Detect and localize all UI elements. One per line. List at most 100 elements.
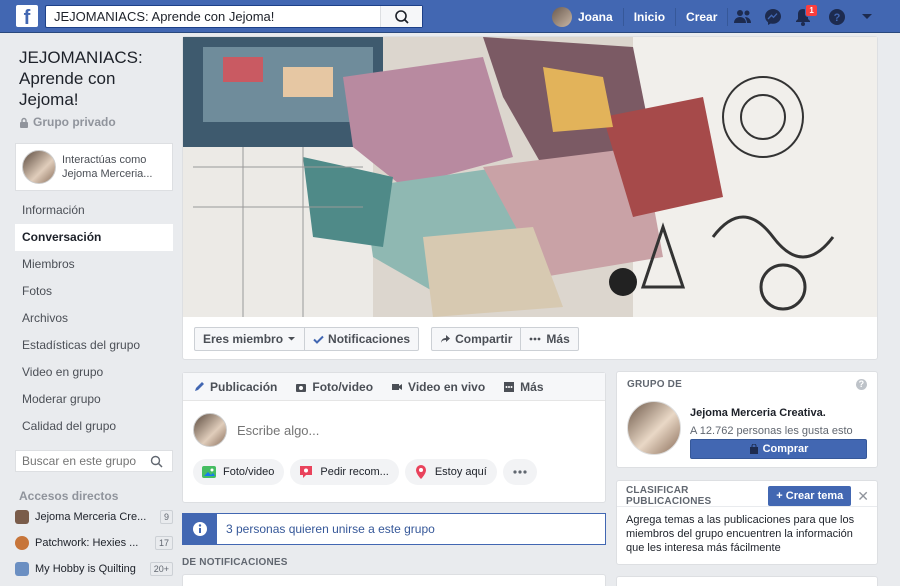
- tab-live-video[interactable]: Video en vivo: [391, 380, 485, 394]
- nav-item-info[interactable]: Información: [15, 197, 173, 224]
- page-name[interactable]: Jejoma Merceria Creativa.: [690, 407, 867, 419]
- join-requests-text: 3 personas quieren unirse a este grupo: [226, 522, 435, 536]
- help-button[interactable]: ?: [822, 0, 852, 33]
- option-photo-video-label: Foto/video: [223, 466, 275, 478]
- profile-name: Joana: [578, 9, 613, 24]
- interacting-as-switcher[interactable]: Interactúas como Jejoma Merceria...: [15, 143, 173, 191]
- tab-live-video-label: Video en vivo: [408, 379, 486, 394]
- top-search-button[interactable]: [380, 6, 422, 27]
- nav-item-members[interactable]: Miembros: [15, 251, 173, 278]
- buy-button[interactable]: Comprar: [690, 439, 867, 459]
- tab-photo-video[interactable]: Foto/video: [295, 380, 373, 394]
- tab-post[interactable]: Publicación: [193, 380, 277, 394]
- group-owner-heading: GRUPO DE ?: [617, 372, 877, 397]
- group-privacy-label: Grupo privado: [33, 115, 116, 129]
- page-avatar[interactable]: [627, 401, 681, 455]
- share-button-group: Compartir Más: [431, 327, 579, 351]
- option-check-in[interactable]: Estoy aquí: [404, 459, 497, 485]
- group-cover-card: Eres miembro Notificaciones Compartir Má…: [182, 36, 878, 360]
- classify-description: Agrega temas a las publicaciones para qu…: [626, 514, 855, 554]
- facebook-logo[interactable]: f: [16, 5, 38, 27]
- tab-more[interactable]: Más: [503, 379, 544, 394]
- option-recommendations[interactable]: Pedir recom...: [290, 459, 399, 485]
- nav-item-photos[interactable]: Fotos: [15, 278, 173, 305]
- nav-item-discussion[interactable]: Conversación: [15, 224, 173, 251]
- top-right-actions: Joana Inicio Crear 1 ?: [552, 0, 882, 33]
- member-button-label: Eres miembro: [203, 332, 284, 346]
- search-icon[interactable]: [150, 455, 163, 468]
- info-icon: [193, 522, 207, 536]
- photo-icon: [202, 466, 216, 478]
- nav-item-video[interactable]: Video en grupo: [15, 359, 173, 386]
- profile-link[interactable]: Joana: [552, 6, 624, 27]
- info-icon-box: [183, 514, 217, 544]
- nav-item-files[interactable]: Archivos: [15, 305, 173, 332]
- nav-item-quality[interactable]: Calidad del grupo: [15, 413, 173, 440]
- pencil-icon: [195, 381, 204, 391]
- cover-image: [183, 37, 877, 317]
- page-info: Jejoma Merceria Creativa. A 12.762 perso…: [690, 401, 867, 459]
- top-search-input[interactable]: [46, 6, 376, 27]
- messenger-icon: [765, 8, 782, 25]
- close-icon[interactable]: ✕: [857, 488, 869, 505]
- caret-down-icon: [288, 337, 296, 341]
- notification-badge: 1: [805, 4, 818, 17]
- composer-input[interactable]: [237, 422, 577, 438]
- group-search-box: [15, 450, 173, 472]
- shortcut-item[interactable]: My Hobby is Quilting 20+: [15, 557, 173, 581]
- group-nav: Información Conversación Miembros Fotos …: [15, 197, 173, 440]
- avatar: [552, 6, 572, 27]
- next-right-card: [616, 576, 878, 586]
- create-link[interactable]: Crear: [676, 7, 729, 26]
- shortcut-avatar-icon: [15, 510, 29, 524]
- recommendation-icon: [300, 466, 313, 478]
- shortcut-item[interactable]: Jejoma Merceria Cre... 9: [15, 505, 173, 529]
- share-button[interactable]: Compartir: [432, 328, 520, 350]
- ellipsis-icon: [513, 470, 527, 474]
- question-icon: ?: [829, 8, 846, 25]
- home-link[interactable]: Inicio: [624, 7, 677, 26]
- composer-body: [183, 401, 605, 459]
- notifications-toggle-label: Notificaciones: [328, 332, 411, 346]
- page-row: Jejoma Merceria Creativa. A 12.762 perso…: [617, 401, 877, 459]
- help-icon[interactable]: ?: [856, 379, 867, 390]
- friend-requests-button[interactable]: [728, 0, 758, 33]
- cover-photo[interactable]: [183, 37, 877, 317]
- more-button[interactable]: Más: [520, 328, 577, 350]
- nav-item-moderate[interactable]: Moderar grupo: [15, 386, 173, 413]
- notifications-button[interactable]: 1: [788, 0, 818, 33]
- left-sidebar: JEJOMANIACS: Aprende con Jejoma! Grupo p…: [15, 33, 173, 581]
- option-check-in-label: Estoy aquí: [434, 466, 487, 478]
- option-more[interactable]: [502, 459, 537, 485]
- top-search-box: [45, 5, 423, 28]
- tab-more-label: Más: [520, 379, 544, 394]
- member-button[interactable]: Eres miembro: [195, 328, 304, 350]
- group-privacy: Grupo privado: [15, 115, 173, 129]
- shortcuts-heading: Accesos directos: [19, 489, 119, 503]
- shortcut-count: 20+: [149, 562, 173, 576]
- more-grid-icon: [504, 381, 515, 392]
- caret-down-icon: [862, 13, 873, 19]
- svg-text:?: ?: [834, 12, 841, 24]
- shortcut-item[interactable]: Patchwork: Hexies ... 17: [15, 531, 173, 555]
- notifications-toggle-button[interactable]: Notificaciones: [304, 328, 418, 350]
- top-navigation-bar: f Joana Inicio Crear: [0, 0, 900, 33]
- messenger-button[interactable]: [758, 0, 788, 33]
- create-topic-button[interactable]: + Crear tema: [768, 486, 852, 506]
- join-requests-banner[interactable]: 3 personas quieren unirse a este grupo: [182, 513, 606, 545]
- option-photo-video[interactable]: Foto/video: [193, 459, 285, 485]
- shortcut-avatar-icon: [15, 562, 29, 576]
- ellipsis-icon: [530, 337, 541, 341]
- account-menu-button[interactable]: [852, 0, 882, 33]
- page-likes: A 12.762 personas les gusta esto: [690, 425, 853, 437]
- group-title[interactable]: JEJOMANIACS: Aprende con Jejoma!: [15, 47, 173, 110]
- group-search-input[interactable]: [22, 454, 150, 468]
- post-composer: Publicación Foto/video Video en vivo Más…: [182, 372, 606, 503]
- notifications-section-heading: DE NOTIFICACIONES: [182, 557, 288, 568]
- classify-heading: CLASIFICAR PUBLICACIONES: [626, 485, 712, 507]
- nav-item-insights[interactable]: Estadísticas del grupo: [15, 332, 173, 359]
- avatar: [193, 413, 227, 447]
- tab-photo-video-label: Foto/video: [312, 379, 374, 394]
- location-pin-icon: [415, 465, 426, 479]
- shortcut-label: Jejoma Merceria Cre...: [35, 511, 147, 523]
